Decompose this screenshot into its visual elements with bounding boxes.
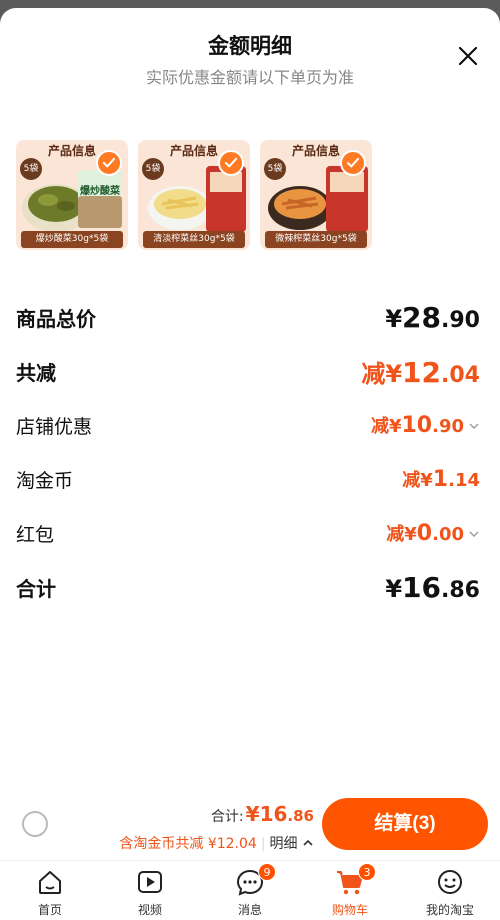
profile-icon: [438, 870, 462, 894]
amount-dec: .14: [448, 470, 480, 491]
product-label: 微辣榨菜丝30g*5袋: [265, 231, 367, 248]
total-reduce-row: 共减 减¥ 12.04: [16, 344, 480, 398]
product-card[interactable]: 产品信息 5袋 爆炒酸菜 爆炒酸菜30g*5袋: [16, 140, 128, 250]
checkout-bar: 合计: ¥16.86 含淘金币共减 ¥12.04 | 明细 结算(3): [0, 788, 500, 860]
sum-row: 合计 ¥16.86: [16, 560, 480, 614]
home-icon: [39, 871, 61, 894]
goods-total-label: 商品总价: [16, 306, 96, 331]
tab-label: 首页: [37, 903, 62, 917]
coin-reduce-text: 含淘金币共减 ¥12.04: [119, 836, 257, 852]
select-all-radio[interactable]: [22, 811, 48, 837]
bar-total-value: ¥16.86: [246, 802, 314, 826]
tab-video[interactable]: 视频: [100, 861, 200, 920]
goods-total-amount: ¥28.90: [385, 301, 480, 334]
tab-label: 我的淘宝: [425, 903, 474, 917]
unread-badge: 9: [258, 863, 276, 881]
detail-link[interactable]: 明细: [270, 836, 298, 852]
total-reduce-amount: 减¥ 12.04: [361, 354, 480, 389]
taojin-coin-label: 淘金币: [16, 469, 74, 492]
checkmark-icon: [96, 150, 122, 176]
bag-count-badge: 5袋: [142, 158, 164, 180]
amount-int: 28: [402, 300, 442, 334]
amount-int: 16: [402, 570, 442, 604]
reduce-prefix: 减¥: [402, 470, 433, 491]
shop-discount-amount: 减¥ 10.90: [371, 412, 480, 438]
total-reduce-label: 共减: [16, 360, 56, 385]
sum-amount: ¥16.86: [385, 571, 480, 604]
product-card[interactable]: 产品信息 5袋 微辣榨菜丝30g*5袋: [260, 140, 372, 250]
taojin-coin-row: 淘金币 减¥ 1.14: [16, 452, 480, 506]
top-strip: [0, 0, 500, 8]
amount-dec: .86: [441, 577, 480, 603]
shop-discount-label: 店铺优惠: [16, 415, 93, 438]
product-label: 清淡榨菜丝30g*5袋: [143, 231, 245, 248]
close-icon[interactable]: [456, 44, 480, 68]
checkmark-icon: [218, 150, 244, 176]
sheet-title: 金额明细: [208, 34, 292, 58]
amount-int: 16: [259, 802, 288, 826]
product-label: 爆炒酸菜30g*5袋: [21, 231, 123, 248]
cart-count-badge: 3: [358, 863, 376, 881]
amount-int: 12: [402, 355, 442, 389]
chevron-down-icon[interactable]: [468, 420, 480, 432]
chevron-down-icon[interactable]: [468, 528, 480, 540]
amount-int: 10: [401, 413, 433, 438]
red-packet-label: 红包: [16, 523, 55, 546]
amount-dec: .90: [441, 307, 480, 333]
amount-detail-sheet: 金额明细 实际优惠金额请以下单页为准 产品信息 5袋 爆炒酸菜 爆炒酸菜30g*…: [0, 8, 500, 920]
amount-rows: 商品总价 ¥28.90 共减 减¥ 12.04 店铺优惠 减¥ 10.90 淘金币 …: [16, 290, 480, 614]
checkmark-icon: [340, 150, 366, 176]
shop-discount-row[interactable]: 店铺优惠 减¥ 10.90: [16, 398, 480, 452]
currency-symbol: ¥: [245, 802, 260, 826]
bar-total-label: 合计:: [210, 809, 244, 825]
bar-sub-line[interactable]: 含淘金币共减 ¥12.04 | 明细: [119, 833, 314, 853]
tab-message[interactable]: 9 消息: [200, 861, 300, 920]
tab-label: 消息: [237, 903, 262, 917]
amount-int: 1: [432, 467, 449, 492]
bag-count-badge: 5袋: [20, 158, 42, 180]
amount-dec: .00: [432, 524, 464, 545]
bottom-tab-bar: 首页 视频 9 消息 3 购物车 我的淘宝: [0, 860, 500, 920]
red-packet-amount: 减¥ 0.00: [386, 520, 480, 546]
tab-home[interactable]: 首页: [0, 861, 100, 920]
product-card[interactable]: 产品信息 5袋 清淡榨菜丝30g*5袋: [138, 140, 250, 250]
amount-int: 0: [416, 521, 433, 546]
product-thumbnails: 产品信息 5袋 爆炒酸菜 爆炒酸菜30g*5袋 产品信息 5袋 清淡榨菜丝30g…: [16, 140, 372, 250]
bar-total: 合计: ¥16.86: [211, 802, 314, 826]
tab-profile[interactable]: 我的淘宝: [400, 861, 500, 920]
reduce-prefix: 减¥: [370, 416, 402, 437]
goods-total-row: 商品总价 ¥28.90: [16, 290, 480, 344]
bag-count-badge: 5袋: [264, 158, 286, 180]
amount-dec: .90: [432, 416, 464, 437]
amount-dec: .86: [287, 807, 314, 825]
taojin-coin-amount: 减¥ 1.14: [402, 466, 480, 492]
reduce-prefix: 减¥: [386, 524, 417, 545]
amount-dec: .04: [441, 362, 480, 388]
chevron-up-icon[interactable]: [302, 838, 314, 848]
sum-label: 合计: [16, 576, 56, 601]
divider: |: [260, 836, 266, 852]
package-text: 爆炒酸菜: [80, 186, 120, 197]
currency-symbol: ¥: [385, 304, 403, 333]
tab-label: 购物车: [331, 903, 368, 917]
currency-symbol: ¥: [385, 574, 403, 603]
tab-label: 视频: [137, 903, 162, 917]
checkout-button[interactable]: 结算(3): [322, 798, 488, 850]
tab-cart[interactable]: 3 购物车: [300, 861, 400, 920]
reduce-prefix: 减¥: [361, 359, 403, 388]
red-packet-row[interactable]: 红包 减¥ 0.00: [16, 506, 480, 560]
video-icon: [138, 871, 162, 893]
sheet-subtitle: 实际优惠金额请以下单页为准: [145, 68, 354, 87]
